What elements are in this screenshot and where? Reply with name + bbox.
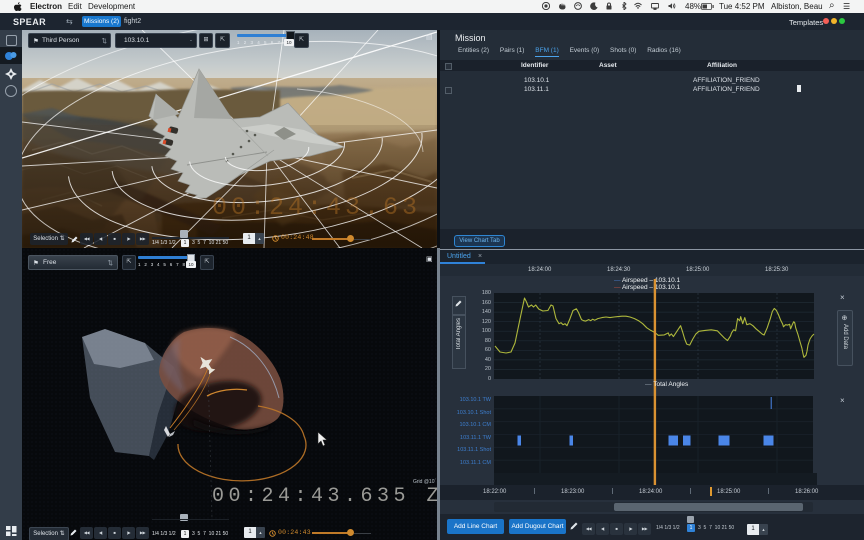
svg-text:00:24:43.63: 00:24:43.63	[212, 193, 421, 222]
